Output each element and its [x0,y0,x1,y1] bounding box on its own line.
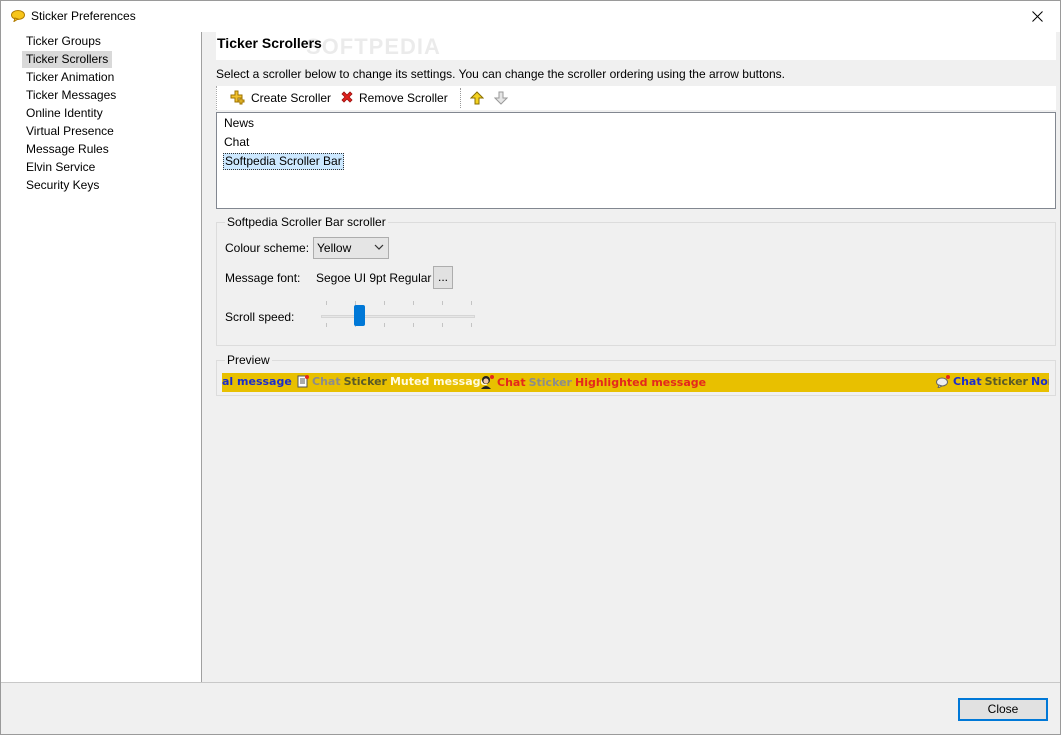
preview-sticker: Sticker [343,375,387,388]
toolbar-separator [460,88,461,108]
sidebar-item-security-keys[interactable]: Security Keys [22,177,103,194]
arrow-down-icon [494,91,508,105]
sidebar-item-elvin-service[interactable]: Elvin Service [22,159,99,176]
sidebar-item-online-identity[interactable]: Online Identity [22,105,107,122]
preview-group: Preview al message Chat Sticker Muted me… [216,353,1056,396]
preview-text: Highlighted message [574,375,707,389]
colour-scheme-label: Colour scheme: [225,241,310,255]
scroller-toolbar: Create Scroller Remove Scroller [216,86,1056,110]
preview-group-title: Preview [225,353,272,367]
slider-thumb[interactable] [354,305,365,326]
preview-sticker: Sticker [528,375,572,389]
message-font-value: Segoe UI 9pt Regular [316,271,432,285]
slider-tick [384,301,385,305]
scroll-speed-label: Scroll speed: [225,310,295,324]
sidebar-item-virtual-presence[interactable]: Virtual Presence [22,123,118,140]
scroll-speed-slider[interactable] [321,299,477,329]
dialog-footer: Close [1,682,1060,734]
list-item-news[interactable]: News [223,115,255,132]
message-font-label: Message font: [225,271,301,285]
ticker-preview-bar: al message Chat Sticker Muted message Ch… [222,373,1049,392]
create-scroller-label: Create Scroller [251,91,332,105]
preview-chat: Chat [312,375,341,388]
preview-normal-message: Chat Sticker Norm [936,375,1049,388]
move-up-button[interactable] [469,89,485,107]
colour-scheme-select[interactable]: Yellow [313,237,389,259]
slider-tick [442,301,443,305]
preview-text: al message [222,375,292,388]
close-icon [1031,11,1043,22]
slider-tick [326,301,327,305]
chevron-down-icon [374,244,384,250]
muted-message-icon [297,375,309,388]
slider-tick [471,301,472,305]
preview-text: Norm [1030,375,1049,388]
slider-tick [384,323,385,327]
person-icon [481,375,494,389]
scroller-settings-group: Softpedia Scroller Bar scroller Colour s… [216,215,1056,346]
scroller-list[interactable]: News Chat Softpedia Scroller Bar [216,112,1056,209]
slider-tick [413,301,414,305]
list-item-chat[interactable]: Chat [223,134,250,151]
colour-scheme-value: Yellow [317,241,352,255]
slider-tick [442,323,443,327]
create-icon [230,90,245,105]
watermark: SOFTPEDIA [306,34,441,59]
sticker-app-icon [11,10,25,23]
slider-tick [326,323,327,327]
choose-font-button[interactable]: ... [433,266,453,289]
instructions-text: Select a scroller below to change its se… [216,67,785,81]
list-item-softpedia-scroller-bar[interactable]: Softpedia Scroller Bar [223,153,344,170]
preview-sticker: Sticker [984,375,1028,388]
arrow-up-icon [470,91,484,105]
settings-group-title: Softpedia Scroller Bar scroller [225,215,388,229]
heading-bar: Ticker Scrollers SOFTPEDIA [216,32,1056,60]
preferences-window: Sticker Preferences Ticker Groups Ticker… [0,0,1061,735]
remove-scroller-label: Remove Scroller [359,91,448,105]
sidebar-item-ticker-groups[interactable]: Ticker Groups [22,33,105,50]
slider-tick [413,323,414,327]
chat-bubble-icon [936,375,950,388]
slider-track [321,315,475,318]
move-down-button[interactable] [493,89,509,107]
sidebar-item-ticker-messages[interactable]: Ticker Messages [22,87,120,104]
preview-chat: Chat [497,375,526,389]
remove-scroller-button[interactable]: Remove Scroller [340,89,448,107]
close-button[interactable]: Close [958,698,1048,721]
sidebar-item-message-rules[interactable]: Message Rules [22,141,113,158]
category-sidebar: Ticker Groups Ticker Scrollers Ticker An… [1,32,202,682]
sidebar-item-ticker-animation[interactable]: Ticker Animation [22,69,118,86]
preview-text: Muted message [389,375,488,388]
main-panel: Ticker Scrollers SOFTPEDIA Select a scro… [203,32,1060,682]
slider-tick [471,323,472,327]
sidebar-item-ticker-scrollers[interactable]: Ticker Scrollers [22,51,113,68]
preview-highlighted-message: Chat Sticker Highlighted message [480,375,706,389]
create-scroller-button[interactable]: Create Scroller [230,89,331,107]
preview-muted-message: Chat Sticker Muted message [297,375,488,388]
window-close-button[interactable] [1014,1,1060,32]
window-title: Sticker Preferences [31,9,136,23]
remove-icon [341,91,353,103]
preview-normal-message-tail: al message [222,375,292,388]
preview-chat: Chat [953,375,982,388]
title-bar: Sticker Preferences [1,1,1060,32]
